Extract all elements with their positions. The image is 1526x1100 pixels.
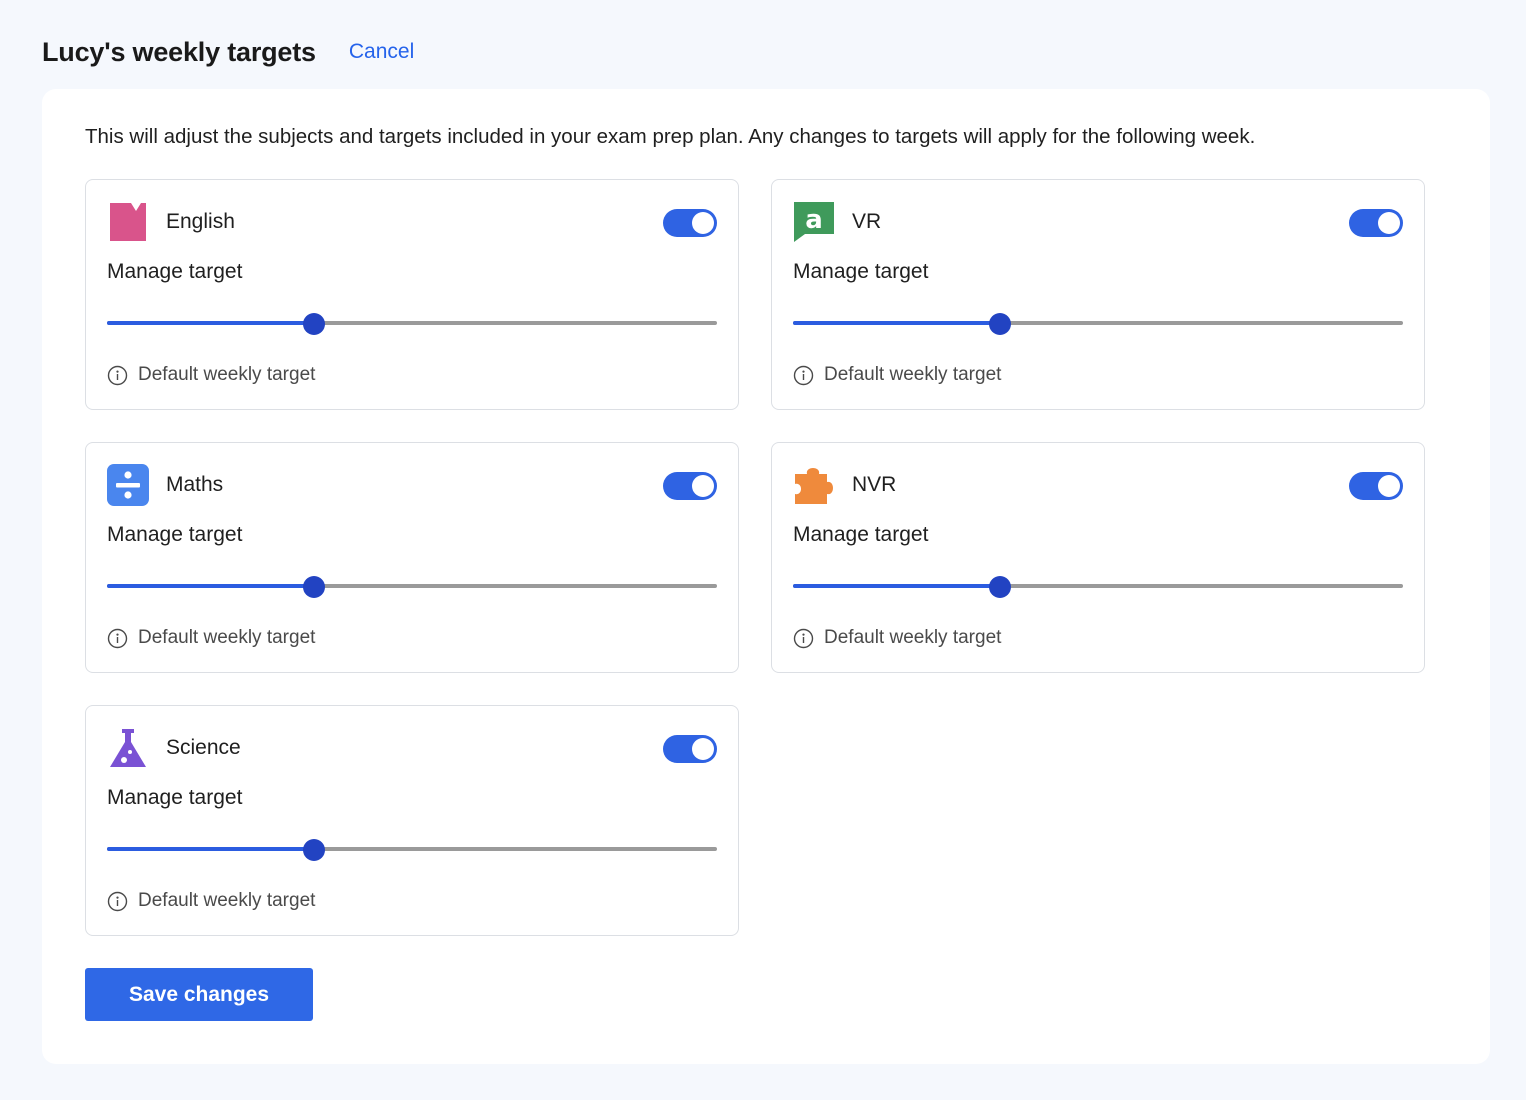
info-icon <box>107 891 128 912</box>
panel-description: This will adjust the subjects and target… <box>85 125 1256 148</box>
slider-thumb[interactable] <box>989 576 1012 598</box>
subject-card-maths: Maths Manage target Default weekly targe… <box>85 442 739 673</box>
page-header: Lucy's weekly targets Cancel <box>42 34 414 70</box>
hint-text: Default weekly target <box>824 364 1002 385</box>
slider-thumb[interactable] <box>303 313 326 335</box>
toggle-knob <box>692 475 714 497</box>
target-hint: Default weekly target <box>793 364 1001 386</box>
hint-text: Default weekly target <box>138 890 316 911</box>
hint-text: Default weekly target <box>138 627 316 648</box>
manage-target-label: Manage target <box>107 786 243 809</box>
manage-target-label: Manage target <box>793 523 929 546</box>
maths-toggle[interactable] <box>663 472 717 500</box>
vr-target-slider[interactable] <box>793 313 1403 335</box>
slider-fill <box>107 584 315 588</box>
subject-card-science: Science Manage target Default weekly tar… <box>85 705 739 936</box>
subject-name: English <box>166 210 235 233</box>
slider-thumb[interactable] <box>989 313 1012 335</box>
svg-text:a: a <box>805 205 823 235</box>
target-hint: Default weekly target <box>107 364 315 386</box>
subject-card-vr: a VR Manage target Default weekly target <box>771 179 1425 410</box>
target-hint: Default weekly target <box>107 627 315 649</box>
toggle-knob <box>692 738 714 760</box>
vr-toggle[interactable] <box>1349 209 1403 237</box>
nvr-puzzle-icon <box>793 464 835 506</box>
nvr-toggle[interactable] <box>1349 472 1403 500</box>
science-flask-icon <box>107 727 149 769</box>
info-icon <box>793 365 814 386</box>
manage-target-label: Manage target <box>107 260 243 283</box>
english-target-slider[interactable] <box>107 313 717 335</box>
info-icon <box>107 628 128 649</box>
toggle-knob <box>1378 475 1400 497</box>
nvr-target-slider[interactable] <box>793 576 1403 598</box>
slider-thumb[interactable] <box>303 839 326 861</box>
slider-fill <box>793 584 1001 588</box>
target-hint: Default weekly target <box>107 890 315 912</box>
science-toggle[interactable] <box>663 735 717 763</box>
manage-target-label: Manage target <box>107 523 243 546</box>
target-hint: Default weekly target <box>793 627 1001 649</box>
toggle-knob <box>1378 212 1400 234</box>
page-title: Lucy's weekly targets <box>42 36 316 67</box>
hint-text: Default weekly target <box>138 364 316 385</box>
maths-target-slider[interactable] <box>107 576 717 598</box>
hint-text: Default weekly target <box>824 627 1002 648</box>
manage-target-label: Manage target <box>793 260 929 283</box>
subject-card-english: English Manage target Default weekly tar… <box>85 179 739 410</box>
vr-speech-a-icon: a <box>793 201 835 243</box>
cancel-link[interactable]: Cancel <box>349 40 414 64</box>
maths-divide-icon <box>107 464 149 506</box>
subject-name: Science <box>166 736 241 759</box>
slider-fill <box>107 321 315 325</box>
info-icon <box>107 365 128 386</box>
subject-name: VR <box>852 210 882 233</box>
slider-fill <box>793 321 1001 325</box>
subject-name: NVR <box>852 473 897 496</box>
subject-name: Maths <box>166 473 224 496</box>
save-changes-button[interactable]: Save changes <box>85 968 313 1021</box>
slider-thumb[interactable] <box>303 576 326 598</box>
english-book-icon <box>107 201 149 243</box>
english-toggle[interactable] <box>663 209 717 237</box>
targets-panel: This will adjust the subjects and target… <box>42 89 1490 1064</box>
slider-fill <box>107 847 315 851</box>
science-target-slider[interactable] <box>107 839 717 861</box>
toggle-knob <box>692 212 714 234</box>
info-icon <box>793 628 814 649</box>
subject-card-nvr: NVR Manage target Default weekly target <box>771 442 1425 673</box>
